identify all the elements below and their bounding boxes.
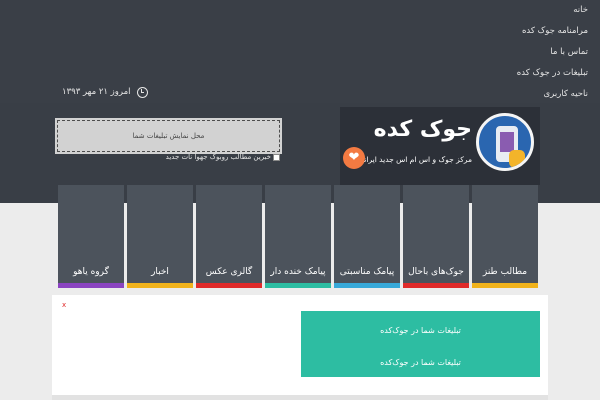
feed-label: خبرین مطالب روبوک جهوا نات جدید xyxy=(165,153,271,161)
category-color-bar xyxy=(58,283,124,288)
category-tile-label: جوک‌های باحال xyxy=(408,267,464,277)
logo-title: جوک کده xyxy=(373,117,472,142)
category-tile-label: گروه یاهو xyxy=(73,267,109,277)
latest-posts-feed-link[interactable]: خبرین مطالب روبوک جهوا نات جدید xyxy=(165,152,280,162)
category-tile[interactable]: پیامک مناسبتی xyxy=(334,185,400,288)
category-color-bar xyxy=(127,283,193,288)
category-tile[interactable]: اخبار xyxy=(127,185,193,288)
category-color-bar xyxy=(334,283,400,288)
ad-button-1[interactable]: تبلیغات شما در جوک‌کده xyxy=(301,311,540,349)
nav-item-advertising[interactable]: تبلیغات در جوک کده xyxy=(288,63,588,84)
category-tile-label: مطالب طنز xyxy=(482,267,528,277)
category-tile[interactable]: مطالب طنز xyxy=(472,185,538,288)
clock-icon xyxy=(136,86,148,98)
ad-button-2-label: تبلیغات شما در جوک‌کده xyxy=(380,357,461,367)
ad-placeholder[interactable]: محل نمایش تبلیغات شما xyxy=(55,118,282,154)
nav-item-contact[interactable]: تماس با ما xyxy=(288,42,588,63)
category-tile-label: پیامک خنده دار xyxy=(270,267,326,277)
nav-item-home[interactable]: خانه xyxy=(288,0,588,21)
phone-hand-icon xyxy=(476,113,534,171)
category-tile-label: پیامک مناسبتی xyxy=(339,267,395,277)
ad-button-2[interactable]: تبلیغات شما در جوک‌کده xyxy=(301,347,540,377)
site-logo[interactable]: جوک کده مرکز جوک و اس ام اس جدید ایرانیا… xyxy=(340,107,540,185)
heart-icon: ❤ xyxy=(343,147,365,169)
date-text: امروز ۲۱ مهر ۱۳۹۳ xyxy=(62,87,131,97)
category-tile[interactable]: گالری عکس xyxy=(196,185,262,288)
category-tile[interactable]: گروه یاهو xyxy=(58,185,124,288)
logo-subtitle: مرکز جوک و اس ام اس جدید ایرانیان xyxy=(354,155,472,164)
bottom-divider xyxy=(52,395,548,400)
nav-item-user-area[interactable]: ناحیه کاربری xyxy=(288,84,588,105)
hand-icon xyxy=(509,150,525,168)
ad-button-1-label: تبلیغات شما در جوک‌کده xyxy=(380,325,461,335)
date-display: امروز ۲۱ مهر ۱۳۹۳ xyxy=(62,84,148,100)
nav-item-charter[interactable]: مرامنامه جوک کده xyxy=(288,21,588,42)
category-tile-label: گالری عکس xyxy=(205,267,253,277)
close-icon[interactable]: x xyxy=(62,301,66,309)
ad-placeholder-text: محل نمایش تبلیغات شما xyxy=(132,132,205,140)
category-tile[interactable]: جوک‌های باحال xyxy=(403,185,469,288)
top-navigation-bar: خانه مرامنامه جوک کده تماس با ما تبلیغات… xyxy=(0,0,600,103)
category-color-bar xyxy=(196,283,262,288)
content-area: x تبلیغات شما در جوک‌کده تبلیغات شما در … xyxy=(52,295,548,395)
category-color-bar xyxy=(265,283,331,288)
top-menu: خانه مرامنامه جوک کده تماس با ما تبلیغات… xyxy=(288,0,588,105)
feed-icon xyxy=(273,153,280,161)
category-tile-label: اخبار xyxy=(151,267,169,277)
category-color-bar xyxy=(403,283,469,288)
category-tiles: مطالب طنز جوک‌های باحال پیامک مناسبتی پیامک… xyxy=(58,185,538,288)
category-tile[interactable]: پیامک خنده دار xyxy=(265,185,331,288)
category-color-bar xyxy=(472,283,538,288)
